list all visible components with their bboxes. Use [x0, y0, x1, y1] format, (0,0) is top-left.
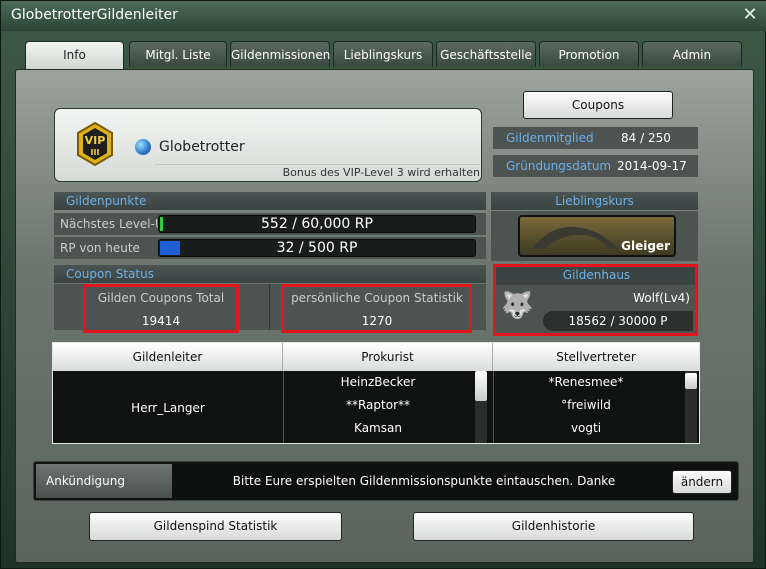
announcement-label: Ankündigung	[36, 464, 172, 498]
prokurist-item[interactable]: HeinzBecker	[283, 375, 473, 389]
rp-today-value: 32 / 500 RP	[276, 240, 358, 256]
prokurist-scrollbar[interactable]	[475, 371, 487, 443]
highlight-guild-house	[493, 264, 698, 336]
member-count-value: 84 / 250	[621, 131, 671, 145]
founding-date-row: Gründungsdatum 2014-09-17	[493, 155, 698, 177]
member-count-label: Gildenmitglied	[506, 131, 594, 145]
guild-title-card: VIP III Globetrotter Bonus des VIP-Level…	[54, 108, 482, 182]
title-bar[interactable]: GlobetrotterGildenleiter ✕	[1, 1, 766, 31]
prokurist-item[interactable]: Kamsan	[283, 421, 473, 435]
vip-level: III	[91, 148, 100, 157]
prokurist-scroll-thumb[interactable]	[475, 371, 487, 401]
announcement-text: Bitte Eure erspielten Gildenmissionspunk…	[232, 474, 616, 488]
leaders-table-header: Gildenleiter Prokurist Stellvertreter	[53, 343, 699, 371]
favorite-course-header: Lieblingskurs	[491, 192, 698, 210]
coupon-divider	[269, 284, 270, 330]
gildenleiter-name[interactable]: Herr_Langer	[53, 401, 283, 415]
level-up-progress: 552 / 60,000 RP	[158, 215, 476, 233]
level-up-label: Nächstes Level-Up	[60, 217, 172, 231]
stellvertreter-scroll-thumb[interactable]	[685, 373, 697, 389]
level-up-value: 552 / 60,000 RP	[261, 216, 373, 232]
tab-member-list[interactable]: Mitgl. Liste	[129, 41, 227, 67]
course-rock-icon	[532, 226, 618, 249]
member-count-row: Gildenmitglied 84 / 250	[493, 127, 698, 149]
guild-points-header: Gildenpunkte	[54, 192, 486, 210]
rp-today-progress: 32 / 500 RP	[158, 239, 476, 257]
coupon-status-header: Coupon Status	[54, 265, 486, 283]
tab-office[interactable]: Geschäftsstelle	[436, 41, 536, 67]
vip-badge-icon: VIP III	[77, 121, 113, 167]
level-up-row: Nächstes Level-Up 552 / 60,000 RP	[54, 213, 486, 235]
prokurist-item[interactable]: **Raptor**	[283, 398, 473, 412]
highlight-guild-coupons	[83, 284, 239, 333]
stellvertreter-item[interactable]: vogti	[493, 421, 679, 435]
tab-info[interactable]: Info	[25, 41, 124, 70]
vip-bonus-text: Bonus des VIP-Level 3 wird erhalten	[155, 164, 480, 179]
coupons-button[interactable]: Coupons	[523, 91, 673, 119]
favorite-course-card[interactable]: Gleiger	[518, 215, 676, 257]
guild-history-button[interactable]: Gildenhistorie	[413, 512, 694, 541]
guild-window: GlobetrotterGildenleiter ✕ Info Mitgl. L…	[0, 0, 766, 569]
stellvertreter-item[interactable]: *Renesmee*	[493, 375, 679, 389]
founding-date-label: Gründungsdatum	[506, 159, 612, 173]
vip-text: VIP	[85, 134, 106, 147]
col-gildenleiter: Gildenleiter	[53, 343, 283, 371]
highlight-personal-coupons	[281, 284, 472, 333]
guild-name: Globetrotter	[159, 139, 245, 155]
window-title: GlobetrotterGildenleiter	[11, 7, 178, 23]
stellvertreter-scrollbar[interactable]	[685, 371, 697, 443]
announcement-bar: Ankündigung Bitte Eure erspielten Gilden…	[33, 461, 739, 501]
founding-date-value: 2014-09-17	[617, 159, 687, 173]
guild-locker-stats-button[interactable]: Gildenspind Statistik	[89, 512, 342, 541]
edit-announcement-button[interactable]: ändern	[672, 470, 732, 494]
close-icon[interactable]: ✕	[741, 6, 759, 24]
tab-admin[interactable]: Admin	[642, 41, 742, 67]
col-stellvertreter: Stellvertreter	[556, 350, 636, 364]
tab-guild-missions[interactable]: Gildenmissionen	[230, 41, 330, 67]
leaders-table: Gildenleiter Prokurist Stellvertreter He…	[52, 342, 700, 444]
col-prokurist: Prokurist	[283, 343, 493, 371]
favorite-course-name: Gleiger	[621, 239, 670, 253]
favorite-course-box: Gleiger	[491, 211, 698, 261]
tab-promotion[interactable]: Promotion	[539, 41, 639, 67]
globe-icon	[135, 139, 151, 155]
rp-today-row: RP von heute 32 / 500 RP	[54, 237, 486, 259]
rp-today-label: RP von heute	[60, 241, 140, 255]
stellvertreter-item[interactable]: °freiwild	[493, 398, 679, 412]
tab-favorite-course[interactable]: Lieblingskurs	[333, 41, 433, 67]
